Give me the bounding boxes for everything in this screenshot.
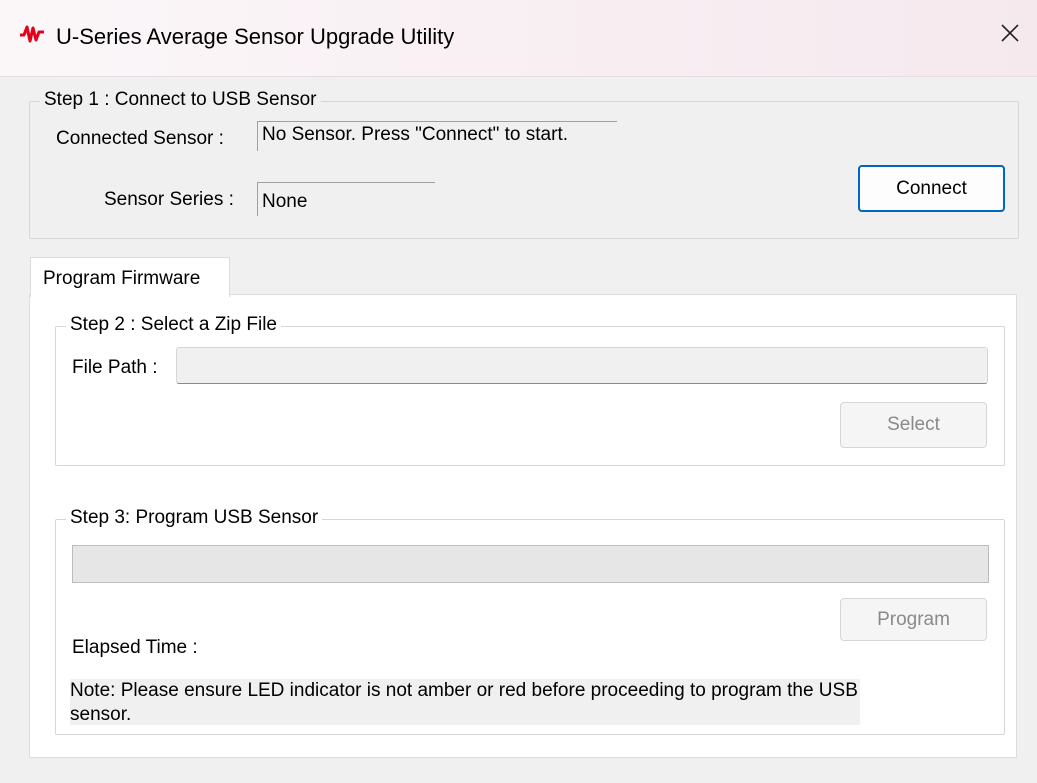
connected-sensor-field: No Sensor. Press "Connect" to start. — [257, 121, 617, 151]
file-path-label: File Path : — [72, 357, 158, 378]
elapsed-time-label: Elapsed Time : — [72, 637, 198, 658]
program-progress-bar — [72, 545, 989, 583]
program-button[interactable]: Program — [840, 598, 987, 641]
close-button[interactable] — [985, 10, 1035, 56]
connect-button[interactable]: Connect — [858, 165, 1005, 212]
tab-program-firmware[interactable]: Program Firmware — [30, 257, 230, 297]
step3-legend: Step 3: Program USB Sensor — [66, 507, 323, 529]
file-path-input[interactable] — [176, 347, 988, 384]
select-button[interactable]: Select — [840, 402, 987, 448]
note-text: Note: Please ensure LED indicator is not… — [70, 679, 860, 725]
tab-program-firmware-label: Program Firmware — [43, 268, 201, 289]
step2-legend: Step 2 : Select a Zip File — [66, 314, 281, 336]
close-icon — [1001, 24, 1019, 42]
sensor-series-field: None — [257, 182, 435, 216]
title-bar: U-Series Average Sensor Upgrade Utility — [0, 0, 1037, 77]
sensor-series-label: Sensor Series : — [104, 189, 234, 210]
waveform-icon — [20, 25, 44, 43]
window-title: U-Series Average Sensor Upgrade Utility — [56, 24, 455, 49]
connected-sensor-label: Connected Sensor : — [56, 128, 224, 149]
step1-legend: Step 1 : Connect to USB Sensor — [40, 89, 321, 111]
